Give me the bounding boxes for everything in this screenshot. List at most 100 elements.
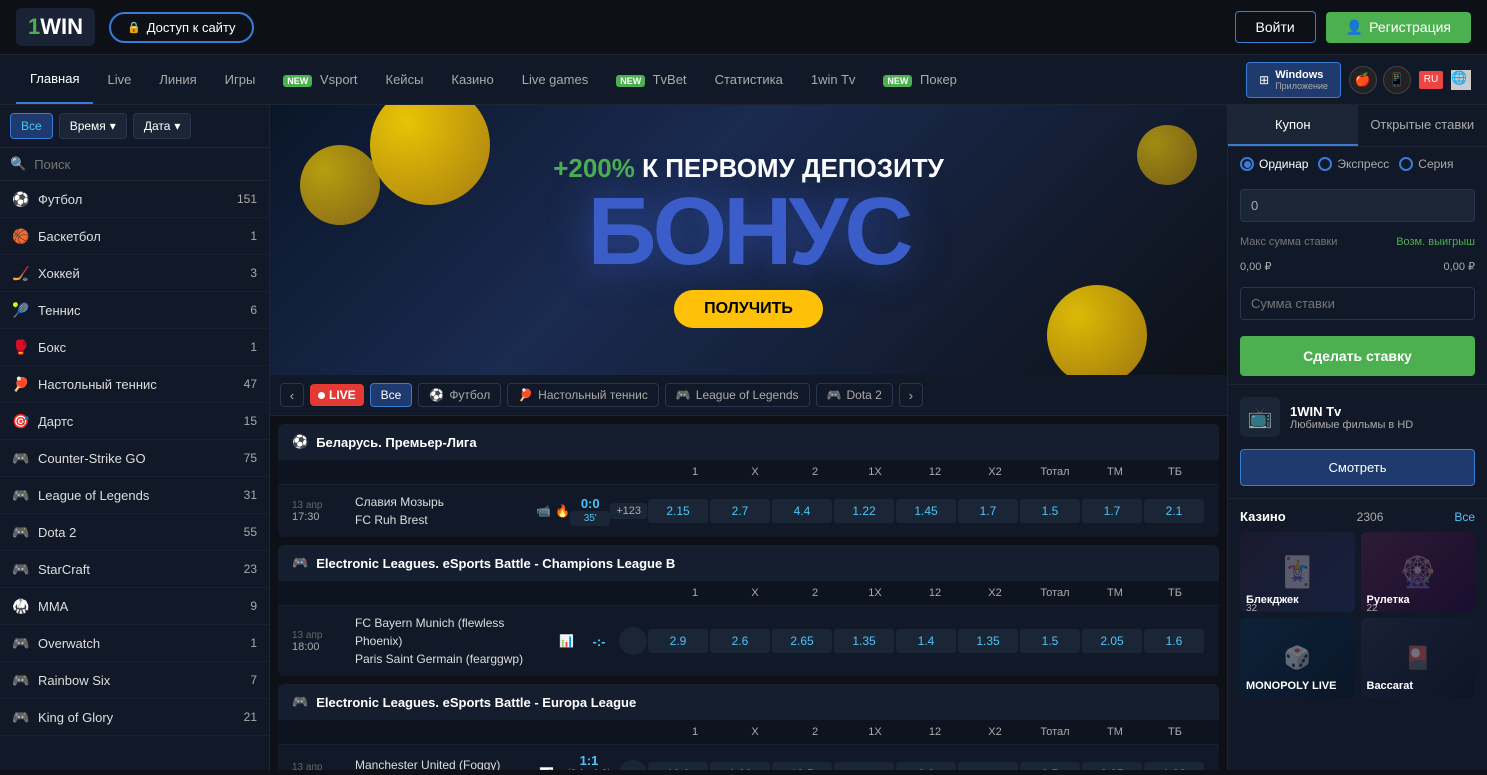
language-selector[interactable]: RU: [1419, 71, 1443, 89]
odd-1-4[interactable]: 1.22: [834, 499, 894, 523]
access-button[interactable]: Доступ к сайту: [109, 12, 254, 43]
list-item[interactable]: 🎮 Rainbow Six 7: [0, 662, 269, 699]
list-item[interactable]: 🎲 MONOPOLY LIVE: [1240, 618, 1355, 698]
sport-icon: 🏀: [12, 227, 30, 245]
nav-item-vsport[interactable]: NEW Vsport: [269, 56, 371, 103]
odd-2-2[interactable]: 2.6: [710, 629, 770, 653]
odd-1-6[interactable]: 1.7: [958, 499, 1018, 523]
bet-type-row: Ординар Экспресс Серия: [1228, 147, 1487, 181]
odd-3-5[interactable]: 6.0: [896, 762, 956, 771]
odd-2-3[interactable]: 2.65: [772, 629, 832, 653]
list-item[interactable]: 🏓 Настольный теннис 47: [0, 366, 269, 403]
list-item[interactable]: 🎾 Теннис 6: [0, 292, 269, 329]
odd-3-8[interactable]: 3.35: [1082, 762, 1142, 771]
live-next-btn[interactable]: ›: [899, 383, 923, 407]
list-item[interactable]: 🎯 Дартс 15: [0, 403, 269, 440]
odd-3-3[interactable]: 12.5: [772, 762, 832, 771]
odd-3-9[interactable]: 1.22: [1144, 762, 1204, 771]
banner-content: +200% К ПЕРВОМУ ДЕПОЗИТУ БОНУС ПОЛУЧИТЬ: [553, 153, 944, 328]
odd-3-7[interactable]: 0.5: [1020, 762, 1080, 771]
list-item[interactable]: 🎮 League of Legends 31: [0, 477, 269, 514]
casino-all-link[interactable]: Все: [1454, 510, 1475, 524]
list-item[interactable]: 🎮 Counter-Strike GO 75: [0, 440, 269, 477]
bet-type-express[interactable]: Экспресс: [1318, 157, 1389, 171]
sport-icon: 🎮: [12, 449, 30, 467]
watch-button[interactable]: Смотреть: [1240, 449, 1475, 486]
nav-item-cases[interactable]: Кейсы: [372, 56, 438, 103]
odd-2-9[interactable]: 1.6: [1144, 629, 1204, 653]
list-item[interactable]: 🥋 MMA 9: [0, 588, 269, 625]
nav-item-line[interactable]: Линия: [145, 56, 210, 103]
filter-all-btn[interactable]: Все: [10, 113, 53, 139]
windows-platform-btn[interactable]: ⊞ Windows Приложение: [1246, 62, 1341, 98]
list-item[interactable]: 🎡 Рулетка 22: [1361, 532, 1476, 612]
nav-item-games[interactable]: Игры: [211, 56, 270, 103]
coeff-input[interactable]: [1240, 189, 1475, 222]
tab-coupon[interactable]: Купон: [1228, 105, 1358, 146]
user-avatar[interactable]: 🌐: [1451, 70, 1471, 90]
odd-3-6[interactable]: -: [958, 762, 1018, 771]
odd-2-4[interactable]: 1.35: [834, 629, 894, 653]
list-item[interactable]: 🎴 Baccarat: [1361, 618, 1476, 698]
list-item[interactable]: 🎮 King of Glory 21: [0, 699, 269, 736]
odd-2-1[interactable]: 2.9: [648, 629, 708, 653]
odd-1-2[interactable]: 2.7: [710, 499, 770, 523]
odd-1-3[interactable]: 4.4: [772, 499, 832, 523]
live-filter-all[interactable]: Все: [370, 383, 413, 407]
list-item[interactable]: 🎮 Dota 2 55: [0, 514, 269, 551]
list-item[interactable]: 🎮 Overwatch 1: [0, 625, 269, 662]
center-content: +200% К ПЕРВОМУ ДЕПОЗИТУ БОНУС ПОЛУЧИТЬ …: [270, 105, 1227, 770]
odd-1-5[interactable]: 1.45: [896, 499, 956, 523]
odd-1-7[interactable]: 1.5: [1020, 499, 1080, 523]
list-item[interactable]: 🏀 Баскетбол 1: [0, 218, 269, 255]
apple-icon[interactable]: 🍎: [1349, 66, 1377, 94]
odd-2-7[interactable]: 1.5: [1020, 629, 1080, 653]
live-filter-lol[interactable]: 🎮 League of Legends: [665, 383, 810, 407]
odd-3-4[interactable]: -: [834, 762, 894, 771]
live-filter-tabletennis[interactable]: 🏓 Настольный теннис: [507, 383, 659, 407]
odd-1-1[interactable]: 2.15: [648, 499, 708, 523]
live-prev-btn[interactable]: ‹: [280, 383, 304, 407]
nav-item-1wintv[interactable]: 1win Tv: [797, 56, 870, 103]
lock-icon: [619, 627, 647, 655]
odd-3-2[interactable]: 1.06: [710, 762, 770, 771]
tab-open-bets[interactable]: Открытые ставки: [1358, 105, 1487, 146]
odd-2-5[interactable]: 1.4: [896, 629, 956, 653]
live-filter-dota2[interactable]: 🎮 Dota 2: [816, 383, 893, 407]
bet-type-series[interactable]: Серия: [1399, 157, 1453, 171]
sport-name: Rainbow Six: [38, 673, 242, 688]
mobile-icon[interactable]: 📱: [1383, 66, 1411, 94]
odd-3-1[interactable]: 12.0: [648, 762, 708, 771]
nav-item-live[interactable]: Live: [93, 56, 145, 103]
filter-time-btn[interactable]: Время ▾: [59, 113, 127, 139]
bet-type-ordinar[interactable]: Ординар: [1240, 157, 1308, 171]
sidebar: Все Время ▾ Дата ▾ 🔍 ⚽ Футбол 151 🏀 Баск…: [0, 105, 270, 770]
make-bet-button[interactable]: Сделать ставку: [1240, 336, 1475, 376]
register-button[interactable]: 👤 Регистрация: [1326, 12, 1471, 43]
nav-item-home[interactable]: Главная: [16, 55, 93, 104]
search-input[interactable]: [34, 157, 259, 172]
odd-2-8[interactable]: 2.05: [1082, 629, 1142, 653]
nav-item-tvbet[interactable]: NEW TvBet: [602, 56, 700, 103]
odd-2-6[interactable]: 1.35: [958, 629, 1018, 653]
odd-1-8[interactable]: 1.7: [1082, 499, 1142, 523]
stake-input[interactable]: [1240, 287, 1475, 320]
list-item[interactable]: 🎮 StarCraft 23: [0, 551, 269, 588]
nav-item-livegames[interactable]: Live games: [508, 56, 602, 103]
list-item[interactable]: 🃏 Блекджек 32: [1240, 532, 1355, 612]
league-icon-1: ⚽: [292, 434, 308, 450]
odd-1-9[interactable]: 2.1: [1144, 499, 1204, 523]
login-button[interactable]: Войти: [1235, 11, 1316, 43]
list-item[interactable]: 🏒 Хоккей 3: [0, 255, 269, 292]
possible-win-label: Возм. выигрыш: [1396, 236, 1475, 248]
list-item[interactable]: 🥊 Бокс 1: [0, 329, 269, 366]
nav-item-stats[interactable]: Статистика: [701, 56, 797, 103]
list-item[interactable]: ⚽ Футбол 151: [0, 181, 269, 218]
filter-date-btn[interactable]: Дата ▾: [133, 113, 192, 139]
more-bets-btn-1[interactable]: +123: [610, 503, 647, 519]
get-bonus-button[interactable]: ПОЛУЧИТЬ: [674, 290, 823, 328]
live-filter-football[interactable]: ⚽ Футбол: [418, 383, 501, 407]
nav-item-poker[interactable]: NEW Покер: [869, 56, 971, 103]
windows-icon: ⊞: [1259, 73, 1269, 87]
nav-item-casino[interactable]: Казино: [437, 56, 507, 103]
